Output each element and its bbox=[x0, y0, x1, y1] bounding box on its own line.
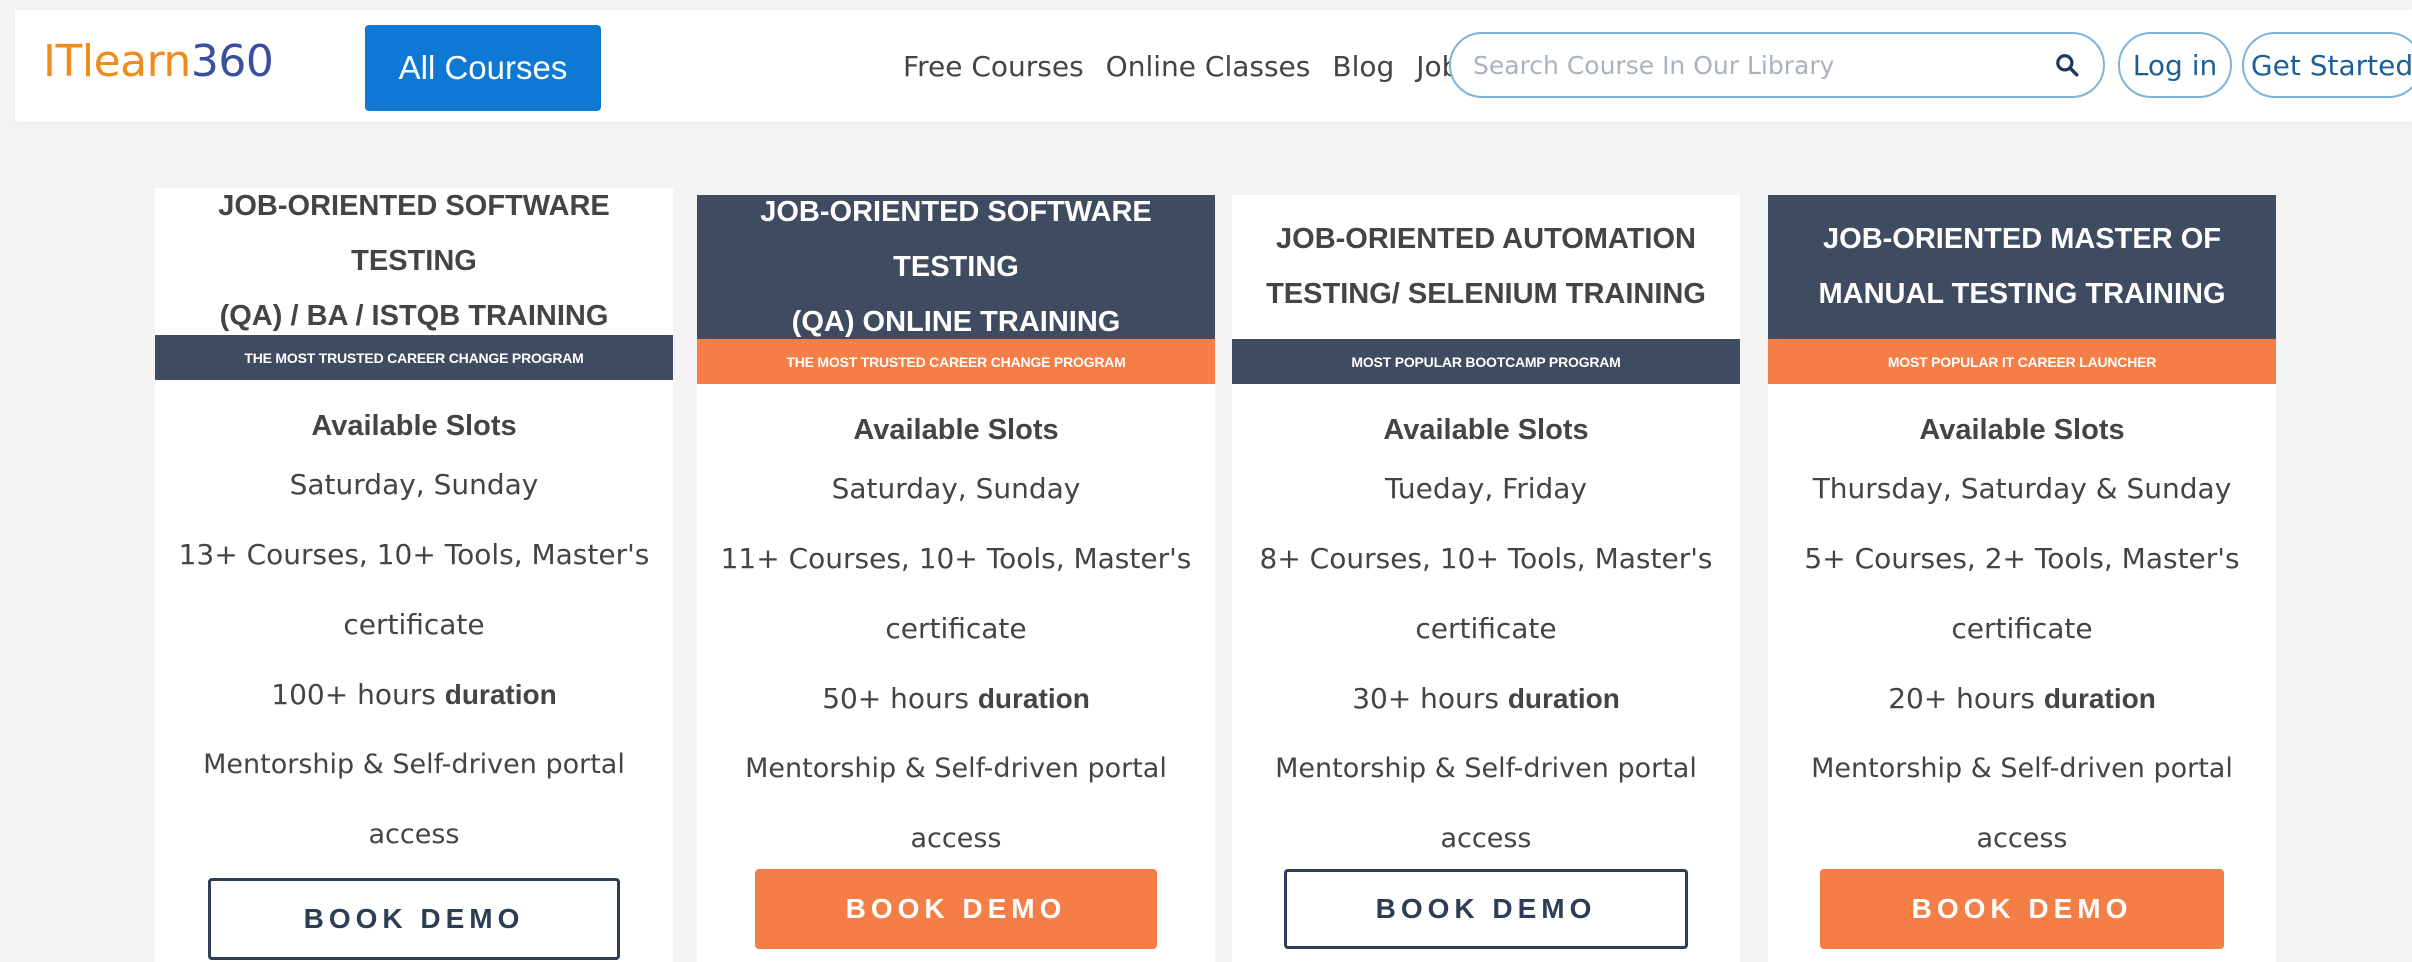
certificate-info: certificate bbox=[343, 608, 485, 641]
card-title: JOB-ORIENTED SOFTWARE TESTING (QA) / BA … bbox=[155, 188, 673, 335]
search-input[interactable] bbox=[1473, 50, 2049, 80]
available-slots-heading: Available Slots bbox=[1383, 414, 1589, 446]
slot-days: Saturday, Sunday bbox=[831, 472, 1081, 505]
access-info: Mentorship & Self-driven portal access bbox=[1811, 753, 2233, 854]
card-body: Available Slots Saturday, Sunday 11+ Cou… bbox=[697, 406, 1215, 854]
hours-value: 100+ hours bbox=[271, 678, 436, 711]
duration-label: duration bbox=[444, 679, 557, 710]
logo-text-part1: ITlearn bbox=[43, 36, 191, 87]
main-nav: Free Courses Online Classes Blog Jobs bbox=[903, 10, 1496, 122]
card-body: Available Slots Saturday, Sunday 13+ Cou… bbox=[155, 402, 673, 850]
card-title-line1: JOB-ORIENTED AUTOMATION bbox=[1276, 223, 1696, 255]
nav-link-blog[interactable]: Blog bbox=[1332, 50, 1394, 83]
duration-label: duration bbox=[2043, 683, 2156, 714]
site-logo[interactable]: ITlearn360 bbox=[43, 36, 274, 87]
card-title-line1: JOB-ORIENTED SOFTWARE TESTING bbox=[760, 195, 1152, 283]
hours-value: 20+ hours bbox=[1888, 682, 2035, 715]
course-card: JOB-ORIENTED MASTER OF MANUAL TESTING TR… bbox=[1768, 195, 2276, 962]
card-title: JOB-ORIENTED SOFTWARE TESTING (QA) ONLIN… bbox=[697, 195, 1215, 339]
access-info: Mentorship & Self-driven portal access bbox=[203, 749, 625, 850]
duration-label: duration bbox=[977, 683, 1090, 714]
access-info: Mentorship & Self-driven portal access bbox=[1275, 753, 1697, 854]
book-demo-button[interactable]: BOOK DEMO bbox=[208, 878, 620, 960]
available-slots-heading: Available Slots bbox=[853, 414, 1059, 446]
available-slots-heading: Available Slots bbox=[1919, 414, 2125, 446]
certificate-info: certificate bbox=[1415, 612, 1557, 645]
course-card: JOB-ORIENTED SOFTWARE TESTING (QA) ONLIN… bbox=[697, 195, 1215, 962]
hours-value: 30+ hours bbox=[1352, 682, 1499, 715]
card-title-line2: (QA) / BA / ISTQB TRAINING bbox=[219, 300, 609, 332]
search-icon[interactable] bbox=[2049, 47, 2085, 83]
duration-info: 20+ hours duration bbox=[1768, 664, 2276, 734]
available-slots-heading: Available Slots bbox=[311, 410, 517, 442]
card-subtitle-banner: MOST POPULAR IT CAREER LAUNCHER bbox=[1768, 339, 2276, 384]
card-title: JOB-ORIENTED AUTOMATION TESTING/ SELENIU… bbox=[1232, 195, 1740, 339]
book-demo-button[interactable]: BOOK DEMO bbox=[1284, 869, 1688, 949]
hours-value: 50+ hours bbox=[822, 682, 969, 715]
access-info: Mentorship & Self-driven portal access bbox=[745, 753, 1167, 854]
card-title-line2: TESTING/ SELENIUM TRAINING bbox=[1266, 278, 1706, 310]
courses-info: 5+ Courses, 2+ Tools, Master's bbox=[1804, 542, 2240, 575]
courses-info: 13+ Courses, 10+ Tools, Master's bbox=[178, 538, 650, 571]
top-header: ITlearn360 All Courses Free Courses Onli… bbox=[15, 10, 2412, 122]
course-card: JOB-ORIENTED SOFTWARE TESTING (QA) / BA … bbox=[155, 188, 673, 962]
book-demo-button[interactable]: BOOK DEMO bbox=[1820, 869, 2224, 949]
duration-label: duration bbox=[1507, 683, 1620, 714]
login-button[interactable]: Log in bbox=[2118, 32, 2232, 98]
card-title-line1: JOB-ORIENTED SOFTWARE TESTING bbox=[218, 190, 610, 277]
get-started-button[interactable]: Get Started bbox=[2242, 32, 2412, 98]
slot-days: Tueday, Friday bbox=[1385, 472, 1587, 505]
courses-info: 8+ Courses, 10+ Tools, Master's bbox=[1259, 542, 1713, 575]
card-body: Available Slots Thursday, Saturday & Sun… bbox=[1768, 406, 2276, 854]
card-body: Available Slots Tueday, Friday 8+ Course… bbox=[1232, 406, 1740, 854]
slot-days: Saturday, Sunday bbox=[289, 468, 539, 501]
all-courses-button[interactable]: All Courses bbox=[365, 25, 601, 111]
duration-info: 30+ hours duration bbox=[1232, 664, 1740, 734]
slot-days: Thursday, Saturday & Sunday bbox=[1812, 472, 2232, 505]
courses-info: 11+ Courses, 10+ Tools, Master's bbox=[720, 542, 1192, 575]
certificate-info: certificate bbox=[1951, 612, 2093, 645]
card-title-line2: MANUAL TESTING TRAINING bbox=[1818, 278, 2226, 310]
nav-link-online-classes[interactable]: Online Classes bbox=[1106, 50, 1311, 83]
logo-text-part2: 360 bbox=[190, 36, 274, 87]
book-demo-button[interactable]: BOOK DEMO bbox=[755, 869, 1157, 949]
certificate-info: certificate bbox=[885, 612, 1027, 645]
card-title-line2: (QA) ONLINE TRAINING bbox=[791, 305, 1121, 338]
card-title-line1: JOB-ORIENTED MASTER OF bbox=[1823, 223, 2221, 255]
card-title: JOB-ORIENTED MASTER OF MANUAL TESTING TR… bbox=[1768, 195, 2276, 339]
nav-link-free-courses[interactable]: Free Courses bbox=[903, 50, 1084, 83]
course-card: JOB-ORIENTED AUTOMATION TESTING/ SELENIU… bbox=[1232, 195, 1740, 962]
duration-info: 100+ hours duration bbox=[155, 660, 673, 730]
search-box bbox=[1449, 32, 2105, 98]
card-subtitle-banner: MOST POPULAR BOOTCAMP PROGRAM bbox=[1232, 339, 1740, 384]
duration-info: 50+ hours duration bbox=[697, 664, 1215, 734]
